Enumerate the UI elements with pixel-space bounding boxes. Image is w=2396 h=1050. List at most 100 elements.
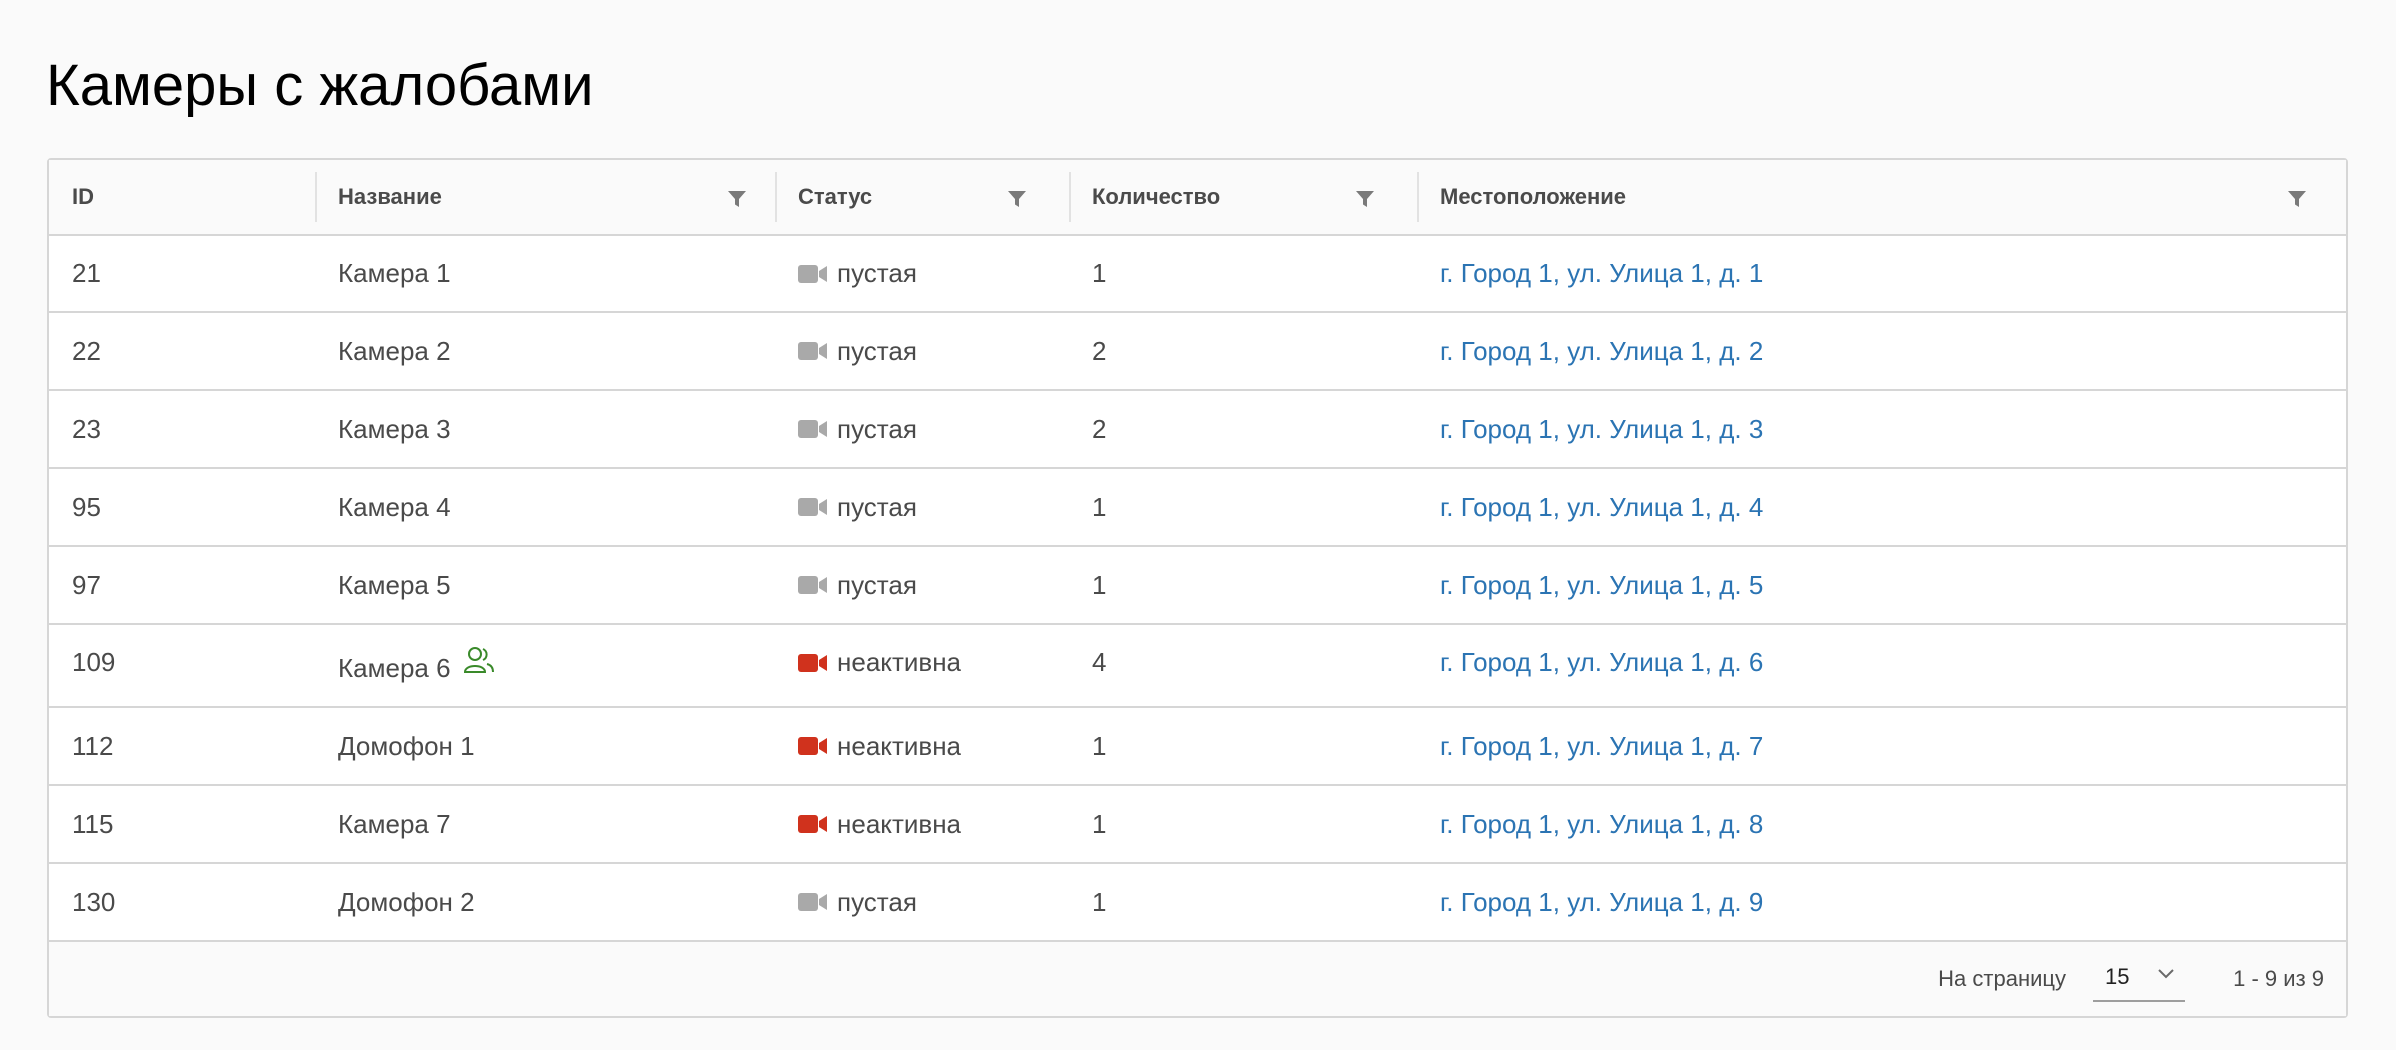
complaint-count: 4 <box>1092 647 1107 677</box>
location-link[interactable]: г. Город 1, ул. Улица 1, д. 8 <box>1440 809 1763 840</box>
table-body: 21 Камера 1 пустая 1 г. Город 1, ул. Улица 1… <box>49 236 2346 942</box>
table-row[interactable]: 22 Камера 2 пустая 2 г. Город 1, ул. Улица 1… <box>49 313 2346 391</box>
column-header-label: Статус <box>798 184 873 209</box>
camera-id: 97 <box>72 569 101 600</box>
column-header-label: Название <box>338 184 442 209</box>
cell-name: Камера 7 <box>315 786 775 862</box>
table-row[interactable]: 130 Домофон 2 пустая 1 г. Город 1, ул. Улица… <box>49 864 2346 942</box>
complaint-count: 2 <box>1092 335 1107 366</box>
cell-status: неактивна <box>775 708 1069 784</box>
table-row[interactable]: 95 Камера 4 пустая 1 г. Город 1, ул. Улица 1… <box>49 469 2346 547</box>
status-text: пустая <box>837 258 917 288</box>
cell-name: Камера 5 <box>315 547 775 623</box>
location-link[interactable]: г. Город 1, ул. Улица 1, д. 2 <box>1440 336 1763 367</box>
per-page-value: 15 <box>2105 964 2130 989</box>
video-camera-icon <box>798 737 827 755</box>
page-title: Камеры с жалобами <box>46 53 594 118</box>
cell-count: 1 <box>1069 547 1417 623</box>
cell-location: г. Город 1, ул. Улица 1, д. 5 <box>1417 547 2346 623</box>
cell-count: 1 <box>1069 236 1417 311</box>
status-text: неактивна <box>837 808 962 839</box>
camera-id: 95 <box>72 491 101 522</box>
camera-name: Камера 1 <box>338 258 451 288</box>
video-camera-icon <box>798 576 827 594</box>
video-camera-icon <box>798 498 827 516</box>
table-row[interactable]: 112 Домофон 1 неактивна 1 г. Город 1, ул. Ул… <box>49 708 2346 786</box>
column-header-label: Количество <box>1092 184 1221 209</box>
camera-id: 112 <box>72 730 114 761</box>
location-link[interactable]: г. Город 1, ул. Улица 1, д. 9 <box>1440 887 1763 918</box>
cell-location: г. Город 1, ул. Улица 1, д. 8 <box>1417 786 2346 862</box>
cell-id: 130 <box>49 864 315 940</box>
table-row[interactable]: 23 Камера 3 пустая 2 г. Город 1, ул. Улица 1… <box>49 391 2346 469</box>
status-text: пустая <box>837 569 917 600</box>
status-text: пустая <box>837 413 917 444</box>
cell-name: Камера 4 <box>315 469 775 545</box>
cell-count: 2 <box>1069 313 1417 389</box>
cell-location: г. Город 1, ул. Улица 1, д. 9 <box>1417 864 2346 940</box>
cell-location: г. Город 1, ул. Улица 1, д. 6 <box>1417 625 2346 706</box>
filter-icon[interactable] <box>1007 190 1027 208</box>
camera-id: 115 <box>72 808 114 839</box>
complaint-count: 1 <box>1092 808 1107 839</box>
video-camera-icon <box>798 264 827 283</box>
users-icon[interactable] <box>463 645 495 675</box>
cell-status: пустая <box>775 391 1069 467</box>
column-header-name[interactable]: Название <box>315 160 775 234</box>
table-row[interactable]: 109 Камера 6 неактивна 4 г. Город 1, ул. Ули… <box>49 625 2346 708</box>
camera-id: 109 <box>72 647 116 677</box>
cell-id: 23 <box>49 391 315 467</box>
location-link[interactable]: г. Город 1, ул. Улица 1, д. 1 <box>1440 258 1763 289</box>
status-text: неактивна <box>837 730 962 761</box>
status-text: пустая <box>837 491 917 522</box>
cell-count: 2 <box>1069 391 1417 467</box>
location-link[interactable]: г. Город 1, ул. Улица 1, д. 3 <box>1440 414 1763 445</box>
table-row[interactable]: 115 Камера 7 неактивна 1 г. Город 1, ул. Ули… <box>49 786 2346 864</box>
column-header-location[interactable]: Местоположение <box>1417 160 2346 234</box>
complaint-count: 1 <box>1092 569 1107 600</box>
filter-icon[interactable] <box>727 190 747 208</box>
cell-status: пустая <box>775 236 1069 311</box>
cell-id: 97 <box>49 547 315 623</box>
complaint-count: 1 <box>1092 258 1107 288</box>
location-link[interactable]: г. Город 1, ул. Улица 1, д. 4 <box>1440 492 1763 523</box>
filter-icon[interactable] <box>2287 190 2307 208</box>
complaint-count: 1 <box>1092 886 1107 917</box>
camera-id: 22 <box>72 335 101 366</box>
camera-id: 21 <box>72 258 101 288</box>
column-header-count[interactable]: Количество <box>1069 160 1417 234</box>
cell-location: г. Город 1, ул. Улица 1, д. 1 <box>1417 236 2346 311</box>
camera-name: Домофон 1 <box>338 730 475 761</box>
cell-name: Камера 1 <box>315 236 775 311</box>
cell-count: 1 <box>1069 469 1417 545</box>
cell-count: 1 <box>1069 864 1417 940</box>
cell-id: 22 <box>49 313 315 389</box>
location-link[interactable]: г. Город 1, ул. Улица 1, д. 7 <box>1440 731 1763 762</box>
chevron-down-icon <box>2158 969 2174 979</box>
cell-name: Камера 6 <box>315 625 775 706</box>
camera-name: Камера 5 <box>338 569 451 600</box>
video-camera-icon <box>798 420 827 438</box>
status-text: пустая <box>837 886 917 917</box>
camera-name: Камера 4 <box>338 491 451 522</box>
cell-location: г. Город 1, ул. Улица 1, д. 3 <box>1417 391 2346 467</box>
complaint-count: 1 <box>1092 730 1107 761</box>
column-header-label: Местоположение <box>1440 184 1627 209</box>
cell-count: 1 <box>1069 786 1417 862</box>
cell-name: Домофон 1 <box>315 708 775 784</box>
video-camera-icon <box>798 342 827 360</box>
table-row[interactable]: 97 Камера 5 пустая 1 г. Город 1, ул. Улица 1… <box>49 547 2346 625</box>
camera-id: 130 <box>72 886 116 917</box>
column-header-status[interactable]: Статус <box>775 160 1069 234</box>
cell-count: 1 <box>1069 708 1417 784</box>
cell-status: пустая <box>775 313 1069 389</box>
filter-icon[interactable] <box>1355 190 1375 208</box>
location-link[interactable]: г. Город 1, ул. Улица 1, д. 5 <box>1440 570 1763 601</box>
column-header-id[interactable]: ID <box>49 160 315 234</box>
table-row[interactable]: 21 Камера 1 пустая 1 г. Город 1, ул. Улица 1… <box>49 236 2346 313</box>
camera-id: 23 <box>72 413 101 444</box>
per-page-select[interactable]: 15 <box>2093 954 2185 1002</box>
cell-location: г. Город 1, ул. Улица 1, д. 7 <box>1417 708 2346 784</box>
video-camera-icon <box>798 815 827 833</box>
location-link[interactable]: г. Город 1, ул. Улица 1, д. 6 <box>1440 647 1763 678</box>
